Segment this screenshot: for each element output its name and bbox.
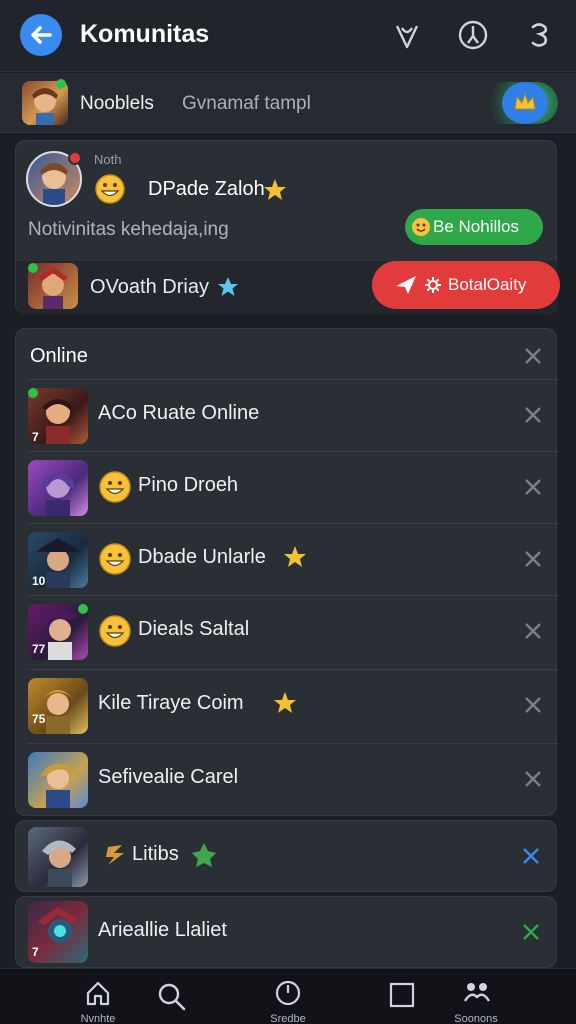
nav-square[interactable] — [370, 977, 430, 1021]
profile-name: Nooblels — [80, 93, 154, 114]
list-item[interactable]: Pino Droeh — [28, 451, 558, 523]
nav-label: Soonons — [454, 1013, 498, 1024]
level-label: 7 — [32, 945, 39, 959]
home-icon — [86, 981, 110, 1006]
list-item[interactable]: 77 Dieals Saltal — [28, 595, 558, 667]
player-name: Dieals Saltal — [138, 618, 250, 640]
avatar — [28, 460, 88, 516]
close-icon[interactable] — [522, 548, 544, 570]
notification-card[interactable]: Noth DPade Zaloh Notivinitas kehedaja,in… — [15, 140, 560, 315]
accept-button-label: Be Nohillos — [433, 217, 519, 236]
nav-activity[interactable]: Sredbe — [258, 977, 318, 1024]
online-dot — [78, 604, 88, 614]
bottom-nav: Nvnhte Sredbe Soonons — [0, 968, 576, 1024]
list-item[interactable]: 75 Kile Tiraye Coim — [28, 669, 558, 741]
online-list: Online 7 ACo Ruate Online Pino Droeh 10 … — [15, 328, 558, 816]
online-dot — [56, 79, 66, 89]
nav-search[interactable] — [142, 977, 202, 1021]
player-name: Dbade Unlarle — [138, 546, 266, 568]
online-dot — [28, 263, 38, 273]
list-item[interactable]: Sefivealie Carel — [28, 743, 558, 815]
send-icon — [396, 276, 416, 294]
bolt-icon — [106, 845, 124, 865]
close-icon[interactable] — [520, 845, 542, 867]
nav-label: Nvnhte — [80, 1013, 116, 1024]
close-icon[interactable] — [520, 921, 542, 943]
grin-emoji-icon — [99, 615, 131, 647]
profile-subtitle: Gvnamaf tampl — [182, 93, 311, 114]
nav-label: Sredbe — [270, 1013, 306, 1024]
level-label: 10 — [32, 574, 46, 588]
nav-home[interactable]: Nvnhte — [68, 977, 128, 1024]
notification-name: DPade Zaloh — [148, 178, 265, 200]
grin-emoji-icon — [95, 174, 125, 204]
nav-community[interactable]: Soonons — [446, 977, 506, 1024]
list-item[interactable]: 10 Dbade Unlarle — [28, 523, 558, 595]
blue-star-icon — [218, 277, 238, 296]
list-item[interactable]: 7 Arieallie Llaliet — [15, 896, 557, 968]
star-icon — [284, 546, 306, 567]
level-label: 7 — [32, 430, 39, 444]
notification-dot — [68, 151, 82, 165]
player-name: Arieallie Llaliet — [98, 919, 227, 941]
section-title: Online — [30, 345, 88, 367]
star-icon — [274, 692, 296, 713]
leaf-icon — [192, 843, 216, 867]
back-button[interactable] — [20, 14, 62, 56]
notification-sub-row[interactable]: OVoath Driay BotalOaity — [16, 261, 560, 315]
more-icon[interactable] — [522, 18, 556, 52]
player-name: Litibs — [132, 843, 179, 865]
rank-badge-button[interactable] — [502, 82, 548, 124]
crown-icon — [514, 92, 536, 110]
avatar — [28, 752, 88, 808]
close-icon[interactable] — [522, 476, 544, 498]
notification-description: Notivinitas kehedaja,ing — [28, 219, 229, 240]
grin-emoji-icon — [99, 543, 131, 575]
top-bar: Komunitas — [0, 0, 576, 72]
online-dot — [28, 388, 38, 398]
close-icon[interactable] — [522, 768, 544, 790]
player-name: ACo Ruate Online — [98, 402, 260, 424]
arrow-left-icon — [31, 26, 52, 44]
grin-emoji-icon — [99, 471, 131, 503]
close-icon[interactable] — [522, 694, 544, 716]
boost-button[interactable]: BotalOaity — [372, 261, 560, 309]
notification-label: Noth — [94, 152, 122, 167]
list-item[interactable]: Litibs — [15, 820, 557, 892]
clock-icon[interactable] — [456, 18, 490, 52]
notification-row-name: OVoath Driay — [90, 276, 209, 298]
shield-icon[interactable] — [390, 18, 424, 52]
close-icon[interactable] — [522, 404, 544, 426]
star-icon — [264, 179, 286, 200]
boost-button-label: BotalOaity — [448, 275, 527, 294]
close-icon[interactable] — [522, 345, 544, 367]
player-name: Pino Droeh — [138, 474, 239, 496]
level-label: 77 — [32, 642, 46, 656]
timer-icon — [275, 980, 301, 1006]
avatar — [28, 827, 88, 887]
face-icon — [412, 218, 430, 236]
level-label: 75 — [32, 712, 46, 726]
gear-icon — [425, 277, 441, 293]
player-name: Kile Tiraye Coim — [98, 692, 244, 714]
square-icon — [389, 982, 415, 1008]
page-title: Komunitas — [80, 20, 210, 48]
search-icon — [158, 983, 186, 1011]
player-name: Sefivealie Carel — [98, 766, 239, 788]
list-item[interactable]: 7 ACo Ruate Online — [28, 379, 558, 451]
people-icon — [463, 983, 491, 1002]
close-icon[interactable] — [522, 620, 544, 642]
accept-button[interactable]: Be Nohillos — [405, 209, 543, 245]
